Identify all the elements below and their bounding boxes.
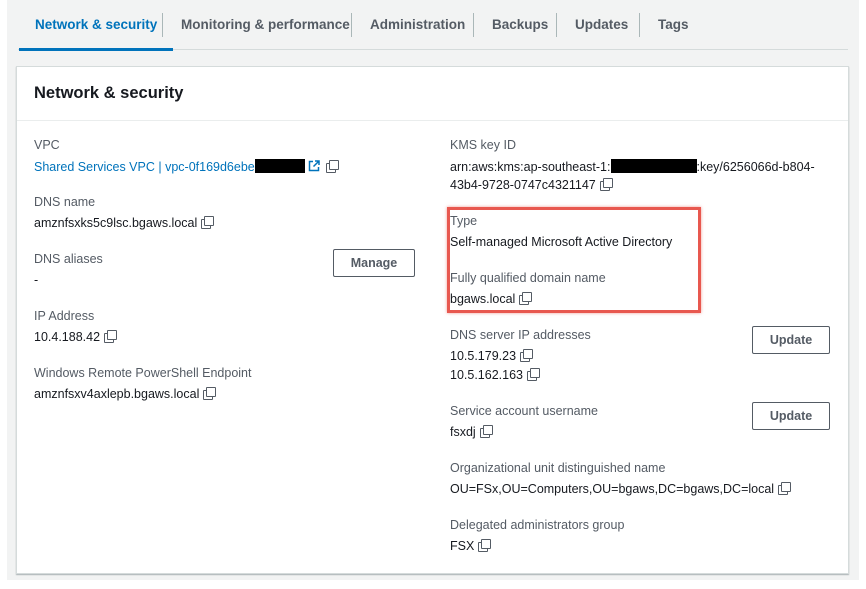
kms-key-suffix: :key/6256066d-b804- [696, 160, 815, 174]
service-account-text: fsxdj [450, 425, 476, 439]
ou-label: Organizational unit distinguished name [450, 461, 666, 475]
manage-button[interactable]: Manage [333, 249, 415, 277]
dns-name-text: amznfsxks5c9lsc.bgaws.local [34, 216, 198, 230]
copy-icon[interactable] [520, 349, 534, 362]
admins-group-text: FSX [450, 539, 475, 553]
copy-icon[interactable] [203, 387, 217, 400]
admins-group-value: FSX [450, 539, 492, 553]
tab-divider [556, 13, 557, 37]
ps-endpoint-text: amznfsxv4axlepb.bgaws.local [34, 387, 200, 401]
dns-name-label: DNS name [34, 195, 96, 209]
dns-servers-label: DNS server IP addresses [450, 328, 591, 342]
kms-key-value-line2: 43b4-9728-0747c4321147 [450, 178, 613, 192]
ip-address-label: IP Address [34, 309, 95, 323]
redacted-block [254, 159, 305, 173]
service-account-value: fsxdj [450, 425, 493, 439]
tab-backups[interactable]: Backups [492, 0, 548, 50]
update-dns-button[interactable]: Update [752, 326, 830, 354]
tab-monitoring-performance[interactable]: Monitoring & performance [181, 0, 350, 50]
dns-aliases-value: - [34, 273, 39, 287]
kms-key-label: KMS key ID [450, 138, 516, 152]
dns-server-2-text: 10.5.162.163 [450, 368, 523, 382]
copy-icon[interactable] [201, 216, 215, 229]
ip-address-value: 10.4.188.42 [34, 330, 118, 344]
external-link-icon[interactable] [308, 160, 320, 172]
kms-key-value-line1: arn:aws:kms:ap-southeast-1: :key/6256066d… [450, 159, 815, 174]
copy-icon[interactable] [104, 330, 118, 343]
ps-endpoint-value: amznfsxv4axlepb.bgaws.local [34, 387, 217, 401]
tab-divider [639, 13, 640, 37]
vpc-link[interactable]: Shared Services VPC | vpc-0f169d6ebe [34, 160, 255, 174]
kms-key-prefix: arn:aws:kms:ap-southeast-1: [450, 160, 611, 174]
admins-group-label: Delegated administrators group [450, 518, 625, 532]
vpc-label: VPC [34, 138, 60, 152]
ps-endpoint-label: Windows Remote PowerShell Endpoint [34, 366, 252, 380]
tab-divider [473, 13, 474, 37]
service-account-label: Service account username [450, 404, 598, 418]
vpc-value: Shared Services VPC | vpc-0f169d6ebe [34, 159, 339, 174]
copy-icon[interactable] [778, 482, 792, 495]
panel-title: Network & security [34, 84, 184, 102]
ou-value: OU=FSx,OU=Computers,OU=bgaws,DC=bgaws,DC… [450, 482, 792, 496]
copy-icon[interactable] [325, 160, 339, 173]
ou-text: OU=FSx,OU=Computers,OU=bgaws,DC=bgaws,DC… [450, 482, 775, 496]
tab-network-security[interactable]: Network & security [18, 0, 174, 51]
tab-divider [162, 13, 163, 37]
network-security-panel: Network & security VPC Shared Services V… [16, 66, 849, 574]
dns-aliases-label: DNS aliases [34, 252, 103, 266]
kms-key-line2-text: 43b4-9728-0747c4321147 [450, 178, 596, 192]
tab-updates[interactable]: Updates [575, 0, 628, 50]
dns-name-value: amznfsxks5c9lsc.bgaws.local [34, 216, 215, 230]
copy-icon[interactable] [478, 539, 492, 552]
dns-server-1: 10.5.179.23 [450, 349, 534, 363]
dns-server-1-text: 10.5.179.23 [450, 349, 517, 363]
copy-icon[interactable] [479, 425, 493, 438]
dns-server-2: 10.5.162.163 [450, 368, 540, 382]
copy-icon[interactable] [599, 178, 613, 191]
tab-administration[interactable]: Administration [370, 0, 465, 50]
update-service-account-button[interactable]: Update [752, 402, 830, 430]
redacted-block [610, 159, 697, 173]
tab-bar: Network & security Monitoring & performa… [18, 0, 848, 51]
highlight-box [447, 207, 701, 313]
ip-address-text: 10.4.188.42 [34, 330, 101, 344]
tab-tags[interactable]: Tags [658, 0, 689, 50]
tab-divider [351, 13, 352, 37]
panel-header: Network & security [17, 67, 848, 121]
copy-icon[interactable] [527, 368, 540, 381]
